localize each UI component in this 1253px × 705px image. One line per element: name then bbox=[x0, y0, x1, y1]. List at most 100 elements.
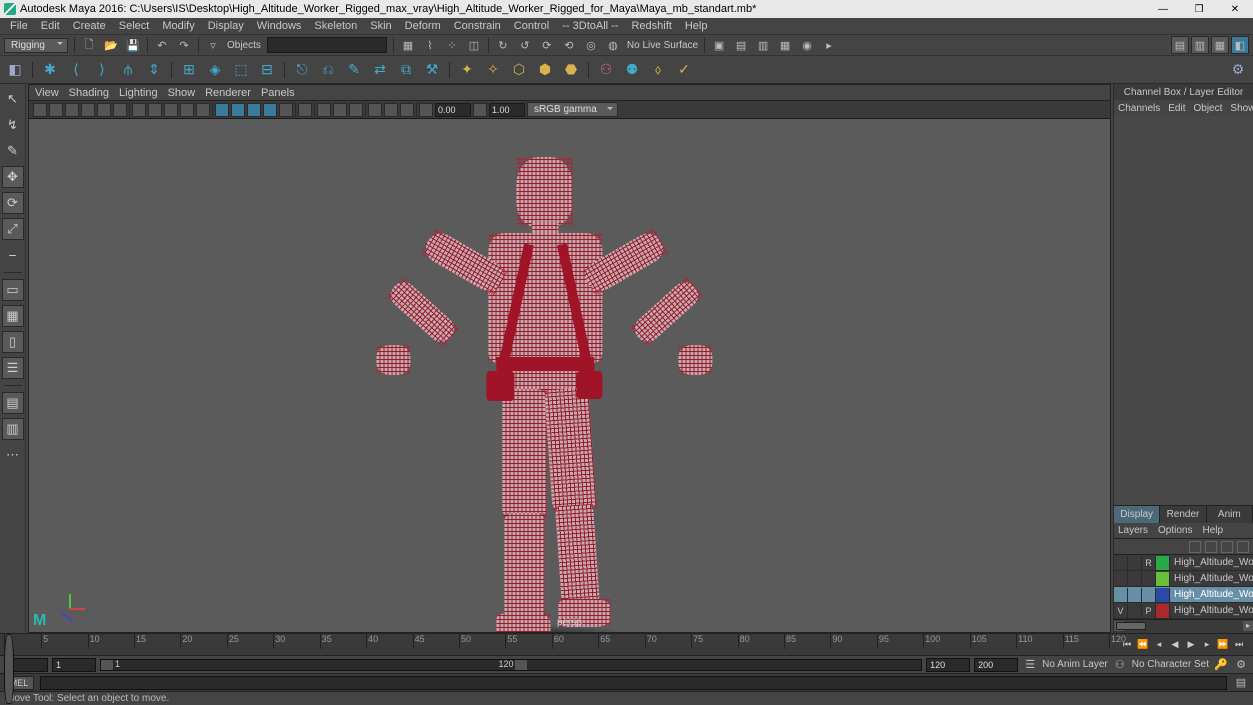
layer-vis-toggle[interactable]: V bbox=[1114, 604, 1128, 618]
scene-end-field[interactable] bbox=[974, 658, 1018, 672]
menu-3dtoall[interactable]: -- 3DtoAll -- bbox=[556, 19, 624, 33]
constraint-scale-icon[interactable]: ⬣ bbox=[560, 59, 582, 81]
panel-menu-panels[interactable]: Panels bbox=[261, 87, 295, 99]
mesh-head[interactable] bbox=[516, 157, 572, 227]
paint-weights-icon[interactable]: ✎ bbox=[343, 59, 365, 81]
toggle-modeling-toolkit-icon[interactable]: ◧ bbox=[1231, 36, 1249, 54]
menu-control[interactable]: Control bbox=[508, 19, 555, 33]
last-tool-icon[interactable]: ⎯ bbox=[2, 244, 24, 266]
lattice-icon[interactable]: ⊞ bbox=[178, 59, 200, 81]
layer-new-empty-icon[interactable] bbox=[1221, 541, 1233, 553]
save-scene-icon[interactable]: 💾 bbox=[125, 37, 141, 53]
tab-render[interactable]: Render bbox=[1160, 506, 1206, 523]
menu-windows[interactable]: Windows bbox=[251, 19, 308, 33]
layout-outliner-icon[interactable]: ☰ bbox=[2, 357, 24, 379]
snap-grid-icon[interactable]: ▦ bbox=[400, 37, 416, 53]
layout-hypershade-icon[interactable]: ▥ bbox=[2, 418, 24, 440]
pose-icon[interactable]: ⚉ bbox=[621, 59, 643, 81]
xray-joints-icon[interactable] bbox=[333, 103, 347, 117]
copy-weights-icon[interactable]: ⧉ bbox=[395, 59, 417, 81]
maximize-button[interactable]: ❐ bbox=[1185, 2, 1213, 16]
range-end-handle[interactable] bbox=[515, 660, 527, 670]
layout-more-icon[interactable]: ⋯ bbox=[2, 444, 24, 466]
layout-two-icon[interactable]: ▯ bbox=[2, 331, 24, 353]
ik-handle-icon[interactable]: ⟨ bbox=[65, 59, 87, 81]
menu-constrain[interactable]: Constrain bbox=[448, 19, 507, 33]
constraint-point-icon[interactable]: ✧ bbox=[482, 59, 504, 81]
select-mode-icon[interactable]: ▿ bbox=[205, 37, 221, 53]
layer-row[interactable]: V P High_Altitude_Worker bbox=[1114, 603, 1253, 619]
2d-pan-icon[interactable] bbox=[97, 103, 111, 117]
layer-move-down-icon[interactable] bbox=[1205, 541, 1217, 553]
paint-select-tool-icon[interactable]: ✎ bbox=[2, 140, 24, 162]
isolate-select-icon[interactable] bbox=[298, 103, 312, 117]
toggle-attr-editor-icon[interactable]: ▤ bbox=[1171, 36, 1189, 54]
auto-key-icon[interactable]: 🔑 bbox=[1213, 657, 1229, 673]
lasso-tool-icon[interactable]: ↯ bbox=[2, 114, 24, 136]
mesh-forearm-left[interactable] bbox=[385, 277, 459, 347]
tab-display[interactable]: Display bbox=[1114, 506, 1160, 523]
layer-color-swatch[interactable] bbox=[1156, 572, 1170, 586]
shelf-tab-icon[interactable]: ◧ bbox=[4, 59, 26, 81]
constraint-aim-icon[interactable]: ⬢ bbox=[534, 59, 556, 81]
use-lights-icon[interactable] bbox=[263, 103, 277, 117]
bookmark-icon[interactable] bbox=[65, 103, 79, 117]
smooth-shade-icon[interactable] bbox=[231, 103, 245, 117]
textured-icon[interactable] bbox=[247, 103, 261, 117]
layer-name[interactable]: High_Altitude_Worker bbox=[1170, 605, 1253, 616]
layer-vis-toggle[interactable] bbox=[1114, 588, 1128, 602]
mirror-joint-icon[interactable]: ⇕ bbox=[143, 59, 165, 81]
play-back-icon[interactable]: ◀ bbox=[1168, 638, 1182, 652]
render-arrow-icon[interactable]: ▸ bbox=[821, 37, 837, 53]
cb-menu-object[interactable]: Object bbox=[1194, 103, 1223, 114]
history-icon-2[interactable]: ↺ bbox=[517, 37, 533, 53]
select-tool-icon[interactable]: ↖ bbox=[2, 88, 24, 110]
open-scene-icon[interactable]: 📂 bbox=[103, 37, 119, 53]
gate-mask-icon[interactable] bbox=[180, 103, 194, 117]
grid-icon[interactable] bbox=[132, 103, 146, 117]
render-seq-icon[interactable]: ▥ bbox=[755, 37, 771, 53]
viewport[interactable]: M persp bbox=[29, 119, 1110, 632]
wrap-icon[interactable]: ⬚ bbox=[230, 59, 252, 81]
time-track[interactable]: 1510152025303540455055606570758085909510… bbox=[4, 634, 1109, 655]
blend-shape-icon[interactable]: ⊟ bbox=[256, 59, 278, 81]
close-button[interactable]: ✕ bbox=[1221, 2, 1249, 16]
minimize-button[interactable]: — bbox=[1149, 2, 1177, 16]
layer-type-toggle[interactable] bbox=[1128, 572, 1142, 586]
grease-pencil-icon[interactable] bbox=[113, 103, 127, 117]
layer-ref-toggle[interactable]: R bbox=[1142, 556, 1156, 570]
range-start-handle[interactable] bbox=[101, 660, 113, 670]
layer-ref-toggle[interactable]: P bbox=[1142, 604, 1156, 618]
menu-edit[interactable]: Edit bbox=[35, 19, 66, 33]
colorspace-dropdown[interactable]: sRGB gamma bbox=[527, 102, 618, 117]
layer-type-toggle[interactable] bbox=[1128, 556, 1142, 570]
view-transform-icon[interactable] bbox=[400, 103, 414, 117]
history-icon-5[interactable]: ◎ bbox=[583, 37, 599, 53]
cb-menu-edit[interactable]: Edit bbox=[1168, 103, 1185, 114]
anim-layer-icon[interactable]: ☰ bbox=[1022, 657, 1038, 673]
command-input[interactable] bbox=[40, 676, 1227, 690]
toggle-tool-settings-icon[interactable]: ▥ bbox=[1191, 36, 1209, 54]
mesh-shin-right[interactable] bbox=[554, 504, 599, 606]
panel-menu-lighting[interactable]: Lighting bbox=[119, 87, 158, 99]
gamma-field[interactable] bbox=[489, 103, 525, 117]
character-mesh[interactable] bbox=[384, 157, 704, 632]
panel-menu-show[interactable]: Show bbox=[168, 87, 196, 99]
step-back-icon[interactable]: ◂ bbox=[1152, 638, 1166, 652]
undo-icon[interactable]: ↶ bbox=[154, 37, 170, 53]
exposure-icon[interactable] bbox=[368, 103, 382, 117]
snap-curve-icon[interactable]: ⌇ bbox=[422, 37, 438, 53]
workspace-selector[interactable]: Rigging bbox=[4, 38, 68, 53]
move-tool-icon[interactable]: ✥ bbox=[2, 166, 24, 188]
exposure-lock-icon[interactable] bbox=[419, 103, 433, 117]
shelf-options-icon[interactable]: ⚙ bbox=[1227, 59, 1249, 81]
layer-name[interactable]: High_Altitude_Worker bbox=[1170, 589, 1253, 600]
panel-menu-shading[interactable]: Shading bbox=[69, 87, 109, 99]
panel-menu-renderer[interactable]: Renderer bbox=[205, 87, 251, 99]
mesh-boot-left[interactable] bbox=[496, 613, 550, 632]
image-plane-icon[interactable] bbox=[81, 103, 95, 117]
select-mask-field[interactable] bbox=[267, 37, 387, 53]
layer-type-toggle[interactable] bbox=[1128, 588, 1142, 602]
layer-move-up-icon[interactable] bbox=[1189, 541, 1201, 553]
gamma-lock-icon[interactable] bbox=[473, 103, 487, 117]
